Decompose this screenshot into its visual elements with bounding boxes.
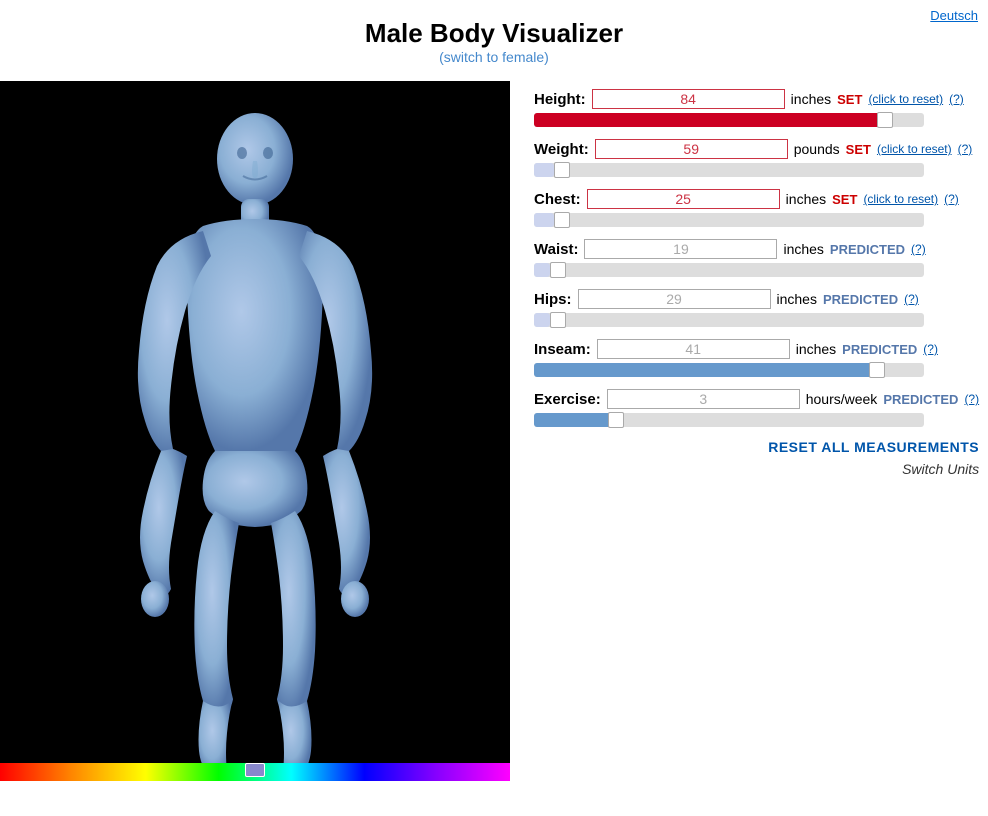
height-slider-track[interactable] [534,113,924,127]
chest-label: Chest: [534,191,581,208]
color-slider-thumb[interactable] [245,763,265,777]
height-set-label: SET [837,92,862,107]
chest-control: Chest: inches SET (click to reset) (?) [534,189,979,227]
exercise-help-link[interactable]: (?) [964,392,979,406]
chest-set-label: SET [832,192,857,207]
waist-label: Waist: [534,241,578,258]
model-panel [0,81,510,781]
hips-predicted-label: PREDICTED [823,292,898,307]
inseam-slider-fill [534,363,877,377]
switch-units-button[interactable]: Switch Units [534,461,979,477]
inseam-control: Inseam: inches PREDICTED (?) [534,339,979,377]
height-label: Height: [534,91,586,108]
height-slider-thumb[interactable] [877,112,893,128]
exercise-label: Exercise: [534,391,601,408]
hips-input[interactable] [578,289,771,309]
exercise-control: Exercise: hours/week PREDICTED (?) [534,389,979,427]
height-slider-fill [534,113,885,127]
waist-slider-thumb[interactable] [550,262,566,278]
chest-unit: inches [786,191,826,207]
height-reset-link[interactable]: (click to reset) [868,92,943,106]
chest-slider-fill [534,213,554,227]
inseam-help-link[interactable]: (?) [923,342,938,356]
inseam-slider-thumb[interactable] [869,362,885,378]
inseam-label: Inseam: [534,341,591,358]
weight-slider-fill [534,163,554,177]
exercise-slider-thumb[interactable] [608,412,624,428]
height-control: Height: inches SET (click to reset) (?) [534,89,979,127]
weight-slider-track[interactable] [534,163,924,177]
waist-slider-track[interactable] [534,263,924,277]
weight-set-label: SET [846,142,871,157]
page-header: Male Body Visualizer (switch to female) [0,0,988,73]
exercise-predicted-label: PREDICTED [883,392,958,407]
hips-label: Hips: [534,291,572,308]
chest-help-link[interactable]: (?) [944,192,959,206]
height-input[interactable] [592,89,785,109]
language-link[interactable]: Deutsch [930,8,978,23]
main-layout: Height: inches SET (click to reset) (?) … [0,73,988,789]
waist-control: Waist: inches PREDICTED (?) [534,239,979,277]
height-unit: inches [791,91,831,107]
reset-all-button[interactable]: RESET ALL MEASUREMENTS [534,439,979,455]
weight-help-link[interactable]: (?) [958,142,973,156]
chest-slider-thumb[interactable] [554,212,570,228]
weight-reset-link[interactable]: (click to reset) [877,142,952,156]
hips-control: Hips: inches PREDICTED (?) [534,289,979,327]
hips-slider-fill [534,313,550,327]
hips-slider-track[interactable] [534,313,924,327]
body-figure [0,81,510,781]
weight-input[interactable] [595,139,788,159]
weight-slider-thumb[interactable] [554,162,570,178]
exercise-input[interactable] [607,389,800,409]
waist-help-link[interactable]: (?) [911,242,926,256]
weight-unit: pounds [794,141,840,157]
page-title: Male Body Visualizer [0,18,988,49]
weight-control: Weight: pounds SET (click to reset) (?) [534,139,979,177]
chest-reset-link[interactable]: (click to reset) [863,192,938,206]
hips-unit: inches [777,291,817,307]
inseam-input[interactable] [597,339,790,359]
waist-predicted-label: PREDICTED [830,242,905,257]
waist-unit: inches [783,241,823,257]
controls-panel: Height: inches SET (click to reset) (?) … [510,81,988,485]
chest-input[interactable] [587,189,780,209]
hips-help-link[interactable]: (?) [904,292,919,306]
exercise-unit: hours/week [806,391,878,407]
exercise-slider-fill [534,413,612,427]
inseam-predicted-label: PREDICTED [842,342,917,357]
hips-slider-thumb[interactable] [550,312,566,328]
switch-gender-link[interactable]: (switch to female) [439,49,549,65]
weight-label: Weight: [534,141,589,158]
exercise-slider-track[interactable] [534,413,924,427]
waist-slider-fill [534,263,550,277]
waist-input[interactable] [584,239,777,259]
height-help-link[interactable]: (?) [949,92,964,106]
inseam-slider-track[interactable] [534,363,924,377]
model-canvas [0,81,510,781]
inseam-unit: inches [796,341,836,357]
chest-slider-track[interactable] [534,213,924,227]
